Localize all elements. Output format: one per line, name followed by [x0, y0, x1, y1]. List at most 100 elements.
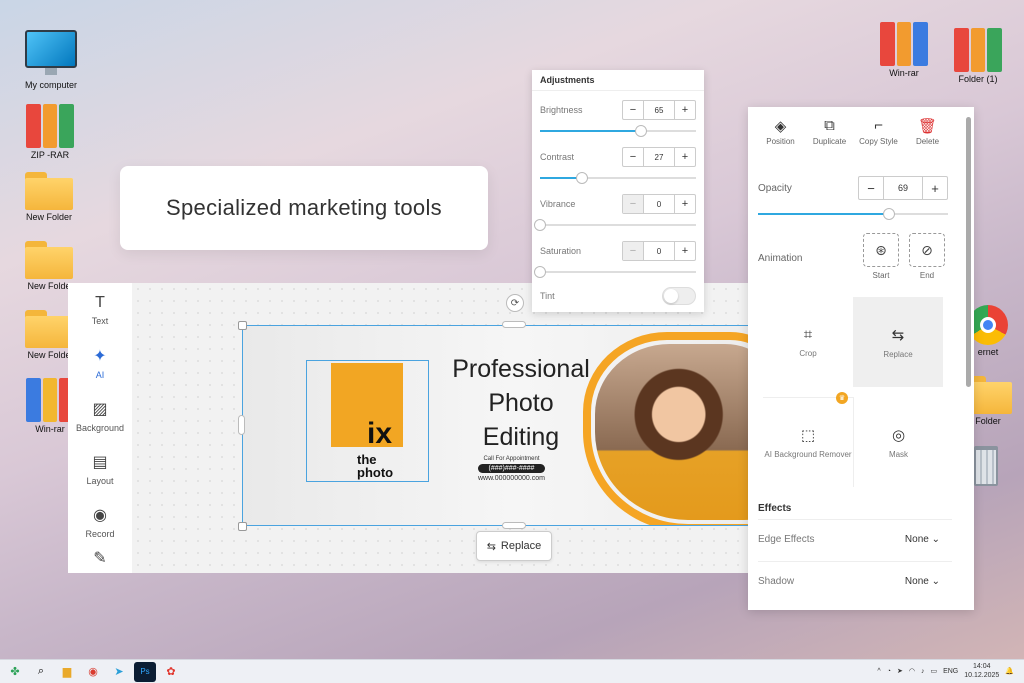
replace-icon: ⇆	[891, 326, 905, 344]
banner-design[interactable]: ix the photo Professional Photo Editing …	[242, 325, 787, 526]
volume-icon[interactable]: ♪	[921, 668, 925, 675]
saturation-slider[interactable]	[534, 266, 696, 278]
chrome-icon[interactable]: ◉	[82, 662, 104, 682]
resize-handle[interactable]	[238, 321, 247, 330]
brightness-value[interactable]: 65	[643, 101, 675, 119]
edge-effects-dropdown[interactable]: None ⌄	[905, 534, 940, 545]
animation-end-icon: ⊘	[909, 233, 945, 267]
minus-button[interactable]: −	[859, 177, 883, 199]
background-icon: ▨	[92, 400, 108, 418]
headline-line: Editing	[482, 423, 560, 451]
contrast-stepper[interactable]: − 27 +	[622, 147, 696, 167]
logo-selection[interactable]: ix the photo	[306, 360, 429, 482]
resize-handle[interactable]	[502, 321, 526, 328]
action-label: Position	[766, 137, 795, 146]
rotate-icon[interactable]: ⟳	[506, 294, 524, 312]
saturation-value[interactable]: 0	[643, 242, 675, 260]
animation-start[interactable]: ⊛ Start	[863, 233, 899, 280]
file-explorer-icon[interactable]: ▆	[56, 662, 78, 682]
language-indicator[interactable]: ENG	[943, 668, 958, 675]
tool-ai[interactable]: ✦ AI	[68, 336, 132, 389]
trash-icon	[974, 446, 998, 486]
desktop-icon-zip-rar[interactable]: ZIP -RAR	[14, 104, 86, 160]
opacity-slider[interactable]	[758, 208, 948, 220]
clock[interactable]: 14:04 10.12.2025	[964, 662, 999, 680]
resize-handle[interactable]	[238, 415, 245, 435]
send-icon[interactable]: ➤	[897, 667, 903, 675]
plus-button[interactable]: +	[923, 177, 947, 199]
network-icon[interactable]: ◔	[887, 668, 891, 675]
contact-block[interactable]: Call For Appointment (###)###-#### www.0…	[478, 456, 545, 482]
chevron-down-icon: ⌄	[931, 534, 940, 545]
tool-text[interactable]: T Text	[68, 283, 132, 336]
layers-icon: ◈	[774, 118, 787, 135]
opacity-stepper[interactable]: − 69 +	[858, 176, 948, 200]
plus-button[interactable]: +	[675, 101, 695, 119]
binders-icon	[954, 28, 1003, 72]
desktop-icon-my-computer[interactable]: My computer	[15, 30, 87, 90]
action-label: Copy Style	[859, 137, 898, 146]
canvas-area[interactable]: ⟳ ix the photo Professional Photo Editin…	[132, 283, 792, 573]
shadow-row[interactable]: Shadow None ⌄	[758, 561, 952, 603]
tool-layout[interactable]: ▤ Layout	[68, 442, 132, 495]
plus-button[interactable]: +	[675, 148, 695, 166]
text-icon: T	[95, 293, 105, 311]
action-label: Delete	[915, 137, 940, 146]
copy-style-button[interactable]: ⌐ Copy Style	[854, 117, 903, 146]
tool-background[interactable]: ▨ Background	[68, 389, 132, 442]
vibrance-slider[interactable]	[534, 219, 696, 231]
minus-button[interactable]: −	[623, 242, 643, 260]
duplicate-icon: ⧉	[824, 117, 835, 134]
cell-label: AI Background Remover	[764, 450, 852, 459]
plus-button[interactable]: +	[675, 195, 695, 213]
saturation-stepper[interactable]: − 0 +	[622, 241, 696, 261]
photoshop-icon[interactable]: Ps	[134, 661, 156, 682]
animation-end[interactable]: ⊘ End	[909, 233, 945, 280]
battery-icon[interactable]: ▭	[930, 667, 937, 675]
desktop-icon-new-folder[interactable]: New Folder	[13, 172, 85, 222]
crop-button[interactable]: ⌗ Crop	[763, 297, 853, 387]
cell-label: Crop	[799, 349, 817, 358]
panel-scrollbar[interactable]	[966, 117, 971, 387]
chevron-up-icon[interactable]: ^	[877, 668, 880, 675]
vibrance-value[interactable]: 0	[643, 195, 675, 213]
banner-headline[interactable]: Professional Photo Editing	[436, 352, 606, 454]
start-icon[interactable]: ✤	[4, 662, 26, 682]
minus-button[interactable]: −	[623, 148, 643, 166]
duplicate-button[interactable]: ⧉ Duplicate	[805, 117, 854, 146]
ai-background-remover-button[interactable]: ⬚ AI Background Remover	[763, 397, 853, 487]
wifi-icon[interactable]: ◠	[909, 667, 915, 675]
contrast-value[interactable]: 27	[643, 148, 675, 166]
tool-record[interactable]: ◉ Record	[68, 495, 132, 548]
brightness-slider[interactable]	[540, 125, 696, 137]
notification-icon[interactable]: 🔔	[1005, 667, 1014, 675]
edge-effects-row[interactable]: Edge Effects None ⌄	[758, 519, 952, 561]
layout-icon: ▤	[92, 453, 108, 471]
position-button[interactable]: ◈ Position	[756, 117, 805, 146]
replace-tool-button[interactable]: ⇆ Replace	[853, 297, 943, 387]
telegram-icon[interactable]: ➤	[108, 662, 130, 682]
desktop-icon-win-rar-right[interactable]: Win-rar	[868, 22, 940, 78]
logo-the-photo: the photo	[357, 453, 393, 479]
shadow-dropdown[interactable]: None ⌄	[905, 576, 940, 587]
minus-button[interactable]: −	[623, 101, 643, 119]
tool-draw[interactable]: ✎	[68, 548, 132, 573]
replace-button[interactable]: ⇆ Replace	[476, 531, 552, 561]
plus-button[interactable]: +	[675, 242, 695, 260]
tint-toggle[interactable]	[662, 287, 696, 305]
resize-handle[interactable]	[502, 522, 526, 529]
contrast-slider[interactable]	[540, 172, 696, 184]
saturation-control: Saturation − 0 +	[534, 241, 696, 281]
properties-panel: ◈ Position ⧉ Duplicate ⌐ Copy Style 🗑 De…	[748, 107, 974, 610]
tool-label: Text	[91, 315, 109, 326]
mask-button[interactable]: ◎ Mask	[853, 397, 943, 487]
opacity-value[interactable]: 69	[883, 177, 923, 199]
app-icon[interactable]: ✿	[160, 662, 182, 682]
desktop-icon-folder-1[interactable]: Folder (1)	[942, 28, 1014, 84]
delete-button[interactable]: 🗑 Delete	[903, 117, 952, 146]
resize-handle[interactable]	[238, 522, 247, 531]
search-icon[interactable]: ⌕	[30, 662, 52, 682]
vibrance-stepper[interactable]: − 0 +	[622, 194, 696, 214]
minus-button[interactable]: −	[623, 195, 643, 213]
brightness-stepper[interactable]: − 65 +	[622, 100, 696, 120]
